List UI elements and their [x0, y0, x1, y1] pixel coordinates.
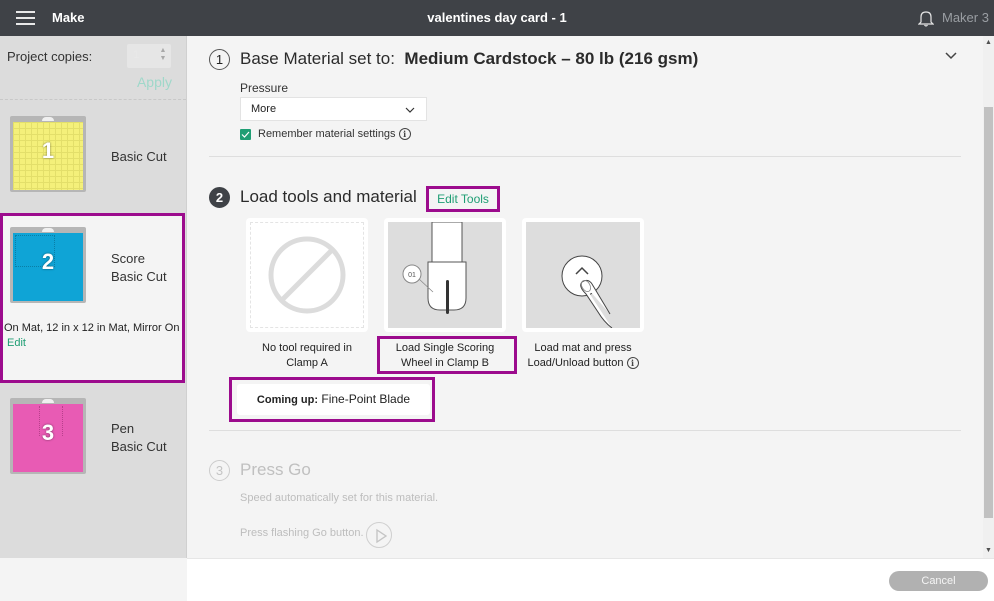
mat-item-3[interactable]: 3 Pen Basic Cut — [0, 384, 186, 558]
pressure-label: Pressure — [240, 81, 289, 95]
stepper-up-icon[interactable]: ▲ — [159, 47, 167, 55]
tool-card-load-mat — [522, 218, 644, 332]
machine-name[interactable]: Maker 3 — [942, 10, 989, 25]
tool-caption-line: Load/Unload button — [527, 357, 624, 369]
mat-tool: Basic Cut — [111, 269, 167, 284]
pressure-select[interactable]: More — [240, 97, 427, 121]
scoring-wheel-highlight — [377, 336, 517, 374]
coming-up-label: Coming up: — [256, 394, 319, 406]
go-button[interactable] — [366, 522, 392, 548]
mat-number: 3 — [41, 420, 55, 445]
step-2-heading: Load tools and material — [240, 187, 417, 206]
mat-settings-info: On Mat, 12 in x 12 in Mat, Mirror On — [4, 322, 180, 334]
section-title: Make — [52, 10, 85, 25]
top-bar: Make valentines day card - 1 Maker 3 — [0, 0, 994, 36]
coming-up-tool: Fine-Point Blade — [321, 392, 411, 406]
mat-tool: Basic Cut — [111, 149, 167, 164]
mat-tool: Score — [111, 251, 145, 266]
mat-item-2[interactable]: 2 Score Basic Cut On Mat, 12 in x 12 in … — [0, 213, 185, 383]
tool-caption-line: Load mat and press — [534, 342, 632, 354]
tool-card-clamp-a — [246, 218, 368, 332]
footer-bar: Cancel — [187, 558, 994, 601]
pressure-value: More — [251, 103, 277, 115]
no-tool-icon — [268, 236, 346, 314]
project-title: valentines day card - 1 — [427, 10, 567, 25]
tool-caption-line: No tool required in — [262, 342, 352, 354]
mat-tool: Pen — [111, 421, 135, 436]
mat-sidebar: Project copies: 1 ▲ ▼ Apply 1 Basic Cut … — [0, 36, 187, 558]
vertical-scrollbar[interactable]: ▲ ▼ — [983, 36, 994, 558]
step-3-number: 3 — [209, 460, 230, 481]
tool-card-clamp-b: 01 — [384, 218, 506, 332]
base-material-name[interactable]: Medium Cardstock – 80 lb (216 gsm) — [404, 49, 698, 68]
tool-caption-line: Clamp A — [286, 357, 328, 369]
mat-tool: Basic Cut — [111, 439, 167, 454]
scrollbar-thumb[interactable] — [984, 107, 993, 518]
stepper-down-icon[interactable]: ▼ — [159, 55, 167, 63]
step-1-heading: Base Material set to: Medium Cardstock –… — [240, 49, 698, 69]
sidebar-footer — [0, 558, 187, 601]
apply-button[interactable]: Apply — [137, 74, 172, 90]
project-copies: Project copies: 1 ▲ ▼ Apply — [0, 36, 186, 100]
coming-up-card: Coming up: Fine-Point Blade — [237, 384, 430, 415]
checkbox-checked-icon[interactable] — [240, 129, 251, 140]
mat-thumbnail: 3 — [10, 398, 86, 474]
mat-thumbnail: 1 — [10, 116, 86, 192]
mat-thumbnail: 2 — [10, 227, 86, 303]
remember-material-label: Remember material settings — [258, 128, 396, 140]
bell-icon[interactable] — [918, 9, 934, 27]
info-icon[interactable]: i — [626, 357, 639, 370]
mat-item-1[interactable]: 1 Basic Cut — [0, 102, 186, 212]
hamburger-menu-icon[interactable] — [16, 11, 35, 25]
tool-badge: 01 — [408, 272, 416, 279]
step-1-number: 1 — [209, 49, 230, 70]
step-1-prefix: Base Material set to: — [240, 49, 395, 68]
step-2-number: 2 — [209, 187, 230, 208]
copies-value[interactable]: 1 — [133, 49, 139, 61]
scroll-down-icon[interactable]: ▼ — [985, 547, 992, 555]
cancel-button[interactable]: Cancel — [889, 571, 988, 591]
mat-number: 1 — [41, 138, 55, 163]
make-steps-panel: 1 Base Material set to: Medium Cardstock… — [187, 36, 983, 558]
edit-tools-button[interactable]: Edit Tools — [426, 186, 500, 212]
copies-stepper[interactable]: 1 ▲ ▼ — [127, 44, 171, 68]
go-note: Press flashing Go button. — [240, 527, 364, 539]
speed-note: Speed automatically set for this materia… — [240, 492, 439, 504]
project-copies-label: Project copies: — [7, 49, 93, 64]
step-3-heading: Press Go — [240, 460, 311, 479]
scoring-wheel-icon: 01 — [402, 221, 467, 314]
chevron-down-icon[interactable] — [945, 52, 957, 60]
chevron-down-icon — [405, 107, 415, 113]
play-icon — [376, 528, 388, 544]
divider — [209, 156, 961, 157]
load-button-press-icon — [561, 255, 613, 329]
mat-number: 2 — [41, 249, 55, 274]
divider — [209, 430, 961, 431]
edit-mat-link[interactable]: Edit — [7, 337, 26, 349]
scroll-up-icon[interactable]: ▲ — [985, 39, 992, 47]
info-icon[interactable]: i — [398, 128, 411, 141]
